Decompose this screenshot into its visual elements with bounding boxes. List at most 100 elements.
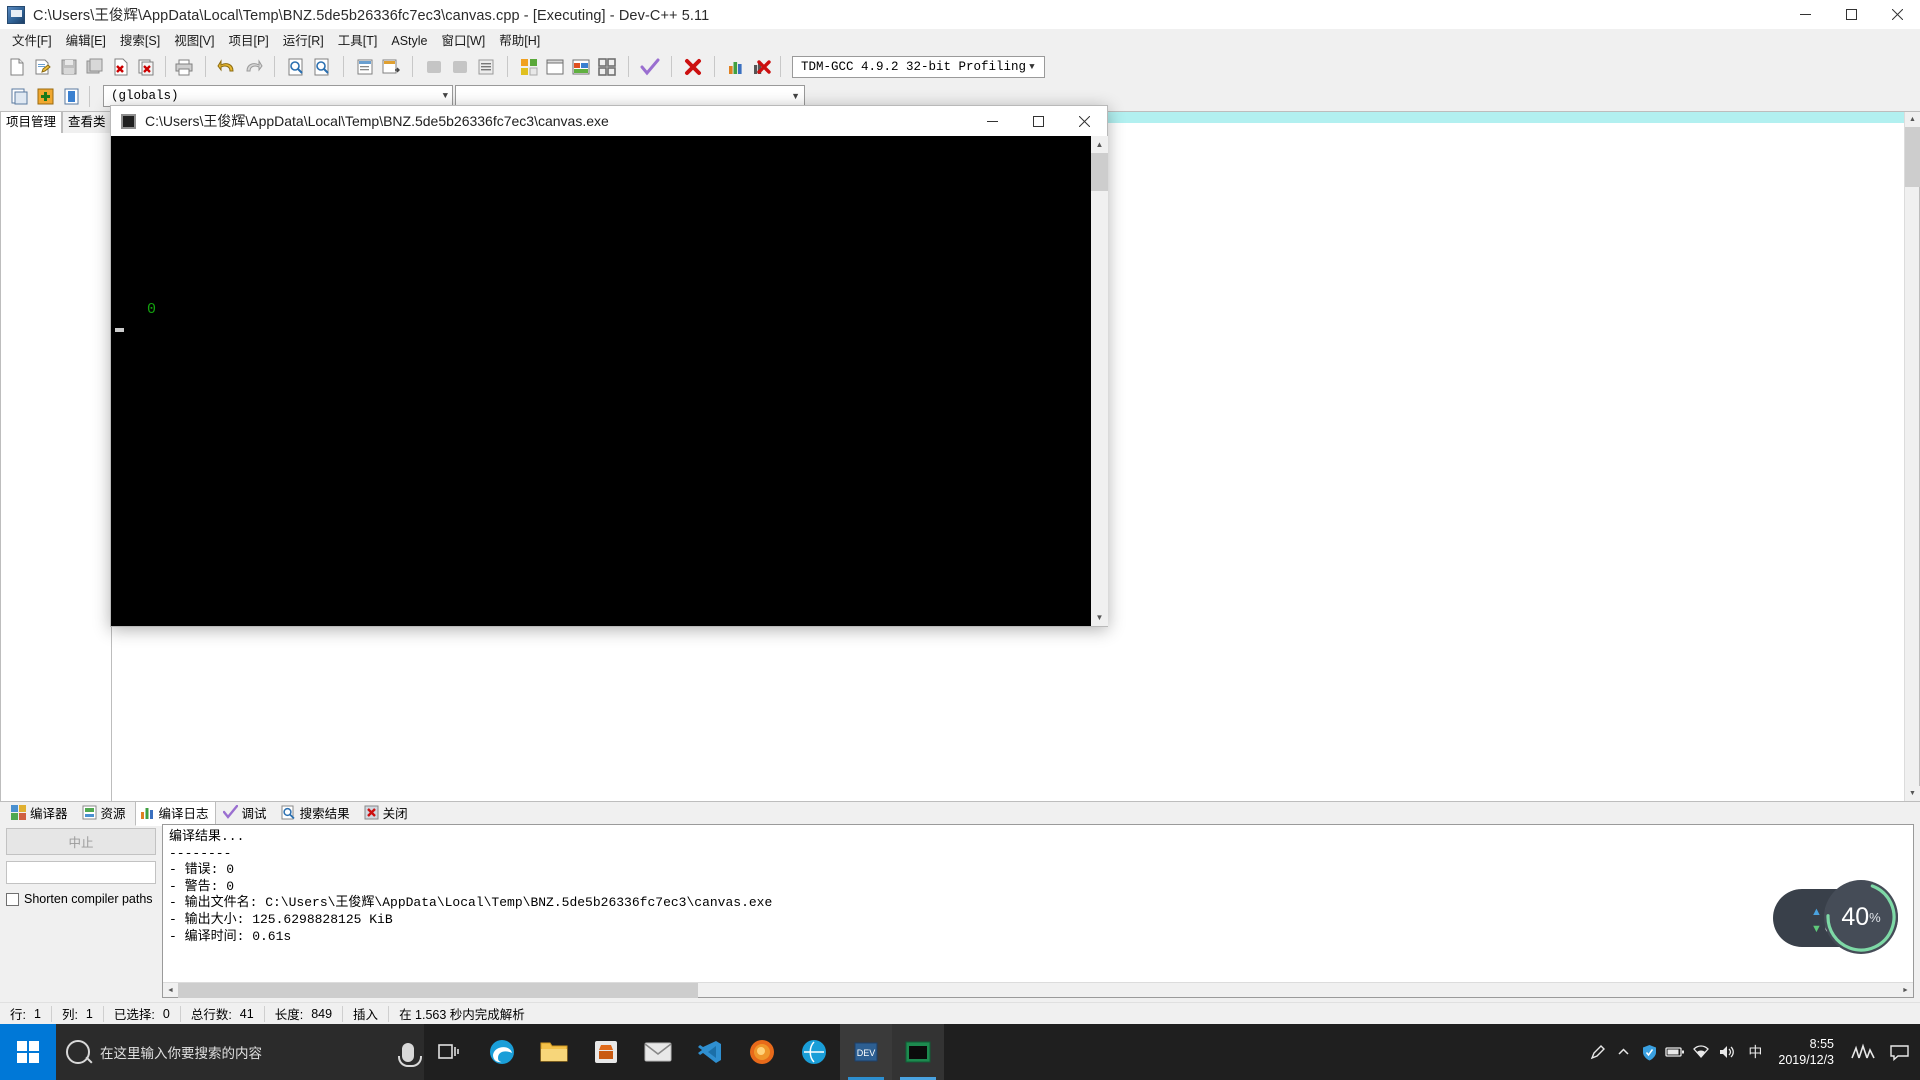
notification-icon[interactable] (1882, 1024, 1916, 1080)
battery-icon[interactable] (1662, 1024, 1688, 1080)
print-icon[interactable] (171, 54, 197, 79)
goto-line-icon[interactable] (378, 54, 404, 79)
console-minimize-button[interactable] (969, 106, 1015, 136)
symbol-combo[interactable]: ▼ (455, 85, 805, 107)
console-vertical-scrollbar[interactable]: ▲ ▼ (1090, 136, 1108, 626)
compiler-select[interactable]: TDM-GCC 4.9.2 32-bit Profiling ▼ (792, 55, 1045, 78)
menu-tools[interactable]: 工具[T] (331, 31, 385, 52)
search-input[interactable]: 在这里输入你要搜索的内容 (100, 1042, 392, 1062)
project-view-icon[interactable] (594, 54, 620, 79)
microphone-icon[interactable] (398, 1042, 422, 1067)
open-project-icon[interactable] (542, 54, 568, 79)
menu-run[interactable]: 运行[R] (276, 31, 331, 52)
save-file-icon[interactable] (56, 54, 82, 79)
undo-icon[interactable] (214, 54, 240, 79)
tab-compiler[interactable]: 编译器 (6, 800, 75, 826)
menu-help[interactable]: 帮助[H] (492, 31, 547, 52)
tab-close[interactable]: 关闭 (359, 800, 415, 826)
taskbar-devcpp[interactable]: DEV (840, 1024, 892, 1080)
taskbar-store[interactable] (580, 1024, 632, 1080)
maximize-button[interactable] (1828, 0, 1874, 30)
save-all-icon[interactable] (82, 54, 108, 79)
tab-resources[interactable]: 资源 (77, 800, 133, 826)
console-scroll-down-icon[interactable]: ▼ (1091, 609, 1108, 626)
new-project-icon[interactable] (516, 54, 542, 79)
log-horizontal-scrollbar[interactable]: ◄ ► (163, 982, 1913, 998)
menu-search[interactable]: 搜索[S] (113, 31, 167, 52)
scrollbar-thumb[interactable] (1905, 127, 1920, 187)
goto-declaration-icon[interactable] (6, 84, 32, 109)
taskbar-mail[interactable] (632, 1024, 684, 1080)
new-file-icon[interactable] (4, 54, 30, 79)
compile-run-check-icon[interactable] (637, 54, 663, 79)
project-options-icon[interactable] (568, 54, 594, 79)
globals-combo[interactable]: (globals) ▼ (103, 85, 453, 107)
find-icon[interactable] (283, 54, 309, 79)
close-button[interactable] (1874, 0, 1920, 30)
ime-indicator[interactable]: 中 (1740, 1024, 1770, 1080)
stop-execution-icon[interactable] (680, 54, 706, 79)
console-close-button[interactable] (1061, 106, 1107, 136)
tab-debug[interactable]: 调试 (218, 800, 274, 826)
replace-icon[interactable] (352, 54, 378, 79)
console-scrollbar-thumb[interactable] (1091, 153, 1108, 191)
console-scrollbar-track[interactable] (1091, 153, 1108, 609)
redo-icon[interactable] (240, 54, 266, 79)
scroll-right-icon[interactable]: ► (1898, 983, 1913, 998)
class-browser-icon[interactable] (58, 84, 84, 109)
delete-profile-icon[interactable] (749, 54, 775, 79)
menu-view[interactable]: 视图[V] (167, 31, 221, 52)
chevron-up-icon[interactable] (1610, 1024, 1636, 1080)
unindent-icon[interactable] (447, 54, 473, 79)
tab-project-manager[interactable]: 项目管理 (0, 111, 63, 133)
taskbar-console[interactable] (892, 1024, 944, 1080)
project-tree[interactable] (0, 133, 112, 802)
search-box[interactable]: 在这里输入你要搜索的内容 (56, 1024, 424, 1080)
status-selected-value: 0 (162, 1006, 170, 1021)
taskbar-firefox[interactable] (736, 1024, 788, 1080)
editor-vertical-scrollbar[interactable]: ▲ ▼ (1904, 112, 1920, 801)
checkbox-box[interactable] (6, 892, 19, 906)
log-scrollbar-thumb[interactable] (178, 983, 698, 998)
network-icon[interactable] (1688, 1024, 1714, 1080)
menu-file[interactable]: 文件[F] (5, 31, 59, 52)
console-scroll-up-icon[interactable]: ▲ (1091, 136, 1108, 153)
taskbar-browser[interactable] (788, 1024, 840, 1080)
toggle-bookmark-icon[interactable] (473, 54, 499, 79)
monitor-icon[interactable] (1846, 1024, 1882, 1080)
menu-window[interactable]: 窗口[W] (435, 31, 493, 52)
menu-edit[interactable]: 编辑[E] (59, 31, 113, 52)
close-file-icon[interactable] (108, 54, 134, 79)
cpu-usage-dial[interactable]: 40 % (1824, 880, 1898, 954)
scroll-left-icon[interactable]: ◄ (163, 983, 178, 998)
pen-icon[interactable] (1584, 1024, 1610, 1080)
tab-class-browser[interactable]: 查看类 (62, 111, 112, 133)
taskbar-vscode[interactable] (684, 1024, 736, 1080)
clock[interactable]: 8:55 2019/12/3 (1770, 1024, 1846, 1080)
close-all-icon[interactable] (134, 54, 160, 79)
taskbar-edge[interactable] (476, 1024, 528, 1080)
task-view-button[interactable] (424, 1024, 476, 1080)
shield-icon[interactable] (1636, 1024, 1662, 1080)
console-screen[interactable]: 0 (111, 136, 1090, 626)
find-next-icon[interactable] (309, 54, 335, 79)
network-speed-widget[interactable]: ▲ 9.8 K/s ▼ 0.7 K/s 40 % (1773, 880, 1898, 954)
console-window[interactable]: C:\Users\王俊辉\AppData\Local\Temp\BNZ.5de5… (110, 105, 1108, 627)
scroll-up-icon[interactable]: ▲ (1905, 112, 1920, 127)
menu-project[interactable]: 项目[P] (221, 31, 275, 52)
taskbar-file-explorer[interactable] (528, 1024, 580, 1080)
tab-compile-log[interactable]: 编译日志 (134, 800, 216, 826)
indent-icon[interactable] (421, 54, 447, 79)
menu-astyle[interactable]: AStyle (384, 31, 434, 52)
abort-button[interactable]: 中止 (6, 828, 156, 855)
scroll-down-icon[interactable]: ▼ (1905, 786, 1920, 801)
open-file-icon[interactable] (30, 54, 56, 79)
tab-search-results[interactable]: 搜索结果 (276, 800, 357, 826)
profile-analysis-icon[interactable] (723, 54, 749, 79)
start-button[interactable] (0, 1024, 56, 1080)
minimize-button[interactable] (1782, 0, 1828, 30)
console-maximize-button[interactable] (1015, 106, 1061, 136)
shorten-paths-checkbox[interactable]: Shorten compiler paths (6, 892, 156, 906)
volume-icon[interactable] (1714, 1024, 1740, 1080)
add-to-project-icon[interactable] (32, 84, 58, 109)
